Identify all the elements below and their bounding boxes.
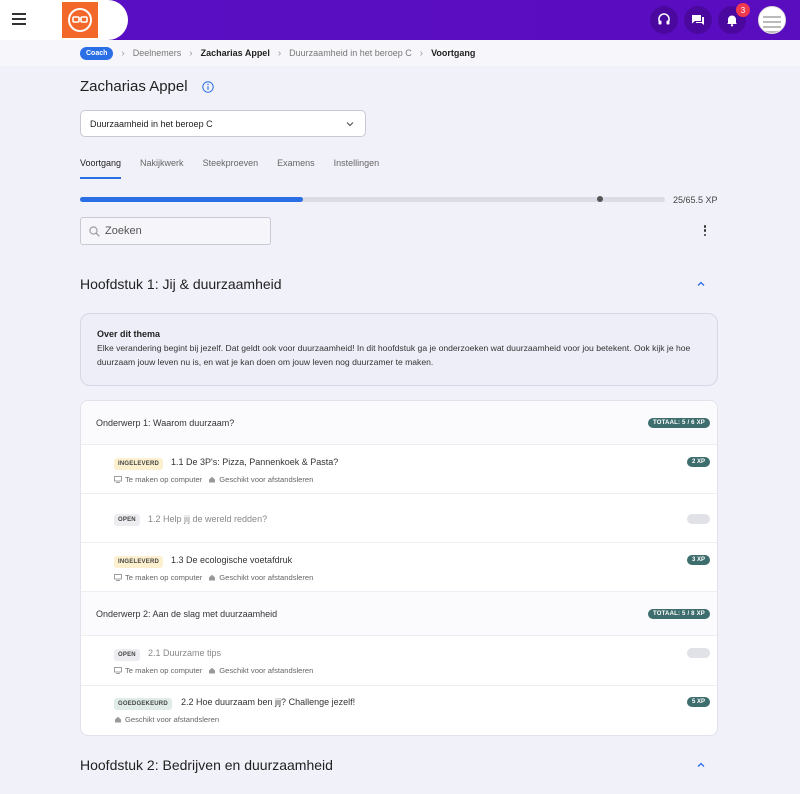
meta-computer: Te maken op computer bbox=[125, 475, 203, 484]
xp-progress-marker bbox=[596, 196, 603, 202]
lesson-meta: Geschikt voor afstandsleren bbox=[114, 715, 225, 724]
support-headset-icon[interactable] bbox=[650, 6, 678, 34]
xp-badge: 3 XP bbox=[686, 648, 710, 658]
lesson-row[interactable]: OPEN 2.1 Duurzame tips 3 XP Te maken op … bbox=[81, 637, 717, 686]
theme-text: Elke verandering begint bij jezelf. Dat … bbox=[97, 343, 691, 367]
chapter-title: Hoofdstuk 2: Bedrijven en duurzaamheid bbox=[80, 757, 333, 773]
more-options-icon[interactable] bbox=[702, 225, 708, 239]
tab-voortgang[interactable]: Voortgang bbox=[80, 158, 122, 179]
breadcrumb: Coach › Deelnemers › Zacharias Appel › D… bbox=[0, 40, 800, 66]
meta-remote: Geschikt voor afstandsleren bbox=[125, 715, 220, 724]
computer-icon bbox=[114, 476, 122, 483]
topbar-brand-area bbox=[0, 0, 128, 40]
user-avatar[interactable] bbox=[758, 6, 786, 34]
app-logo[interactable] bbox=[62, 2, 98, 38]
topic-title: Onderwerp 1: Waarom duurzaam? bbox=[96, 418, 235, 428]
notification-count-badge: 3 bbox=[736, 3, 750, 17]
computer-icon bbox=[114, 574, 122, 581]
lesson-title[interactable]: 2.2 Hoe duurzaam ben jij? Challenge jeze… bbox=[181, 697, 355, 707]
breadcrumb-coach-pill[interactable]: Coach bbox=[80, 46, 114, 60]
logo-glasses-icon bbox=[68, 8, 92, 32]
notifications-bell-icon[interactable]: 3 bbox=[718, 3, 750, 34]
chevron-right-icon: › bbox=[189, 47, 193, 59]
computer-icon bbox=[114, 667, 122, 674]
lesson-meta: Te maken op computer Geschikt voor afsta… bbox=[114, 666, 319, 675]
lesson-title[interactable]: 2.1 Duurzame tips bbox=[148, 648, 221, 658]
chevron-right-icon: › bbox=[121, 47, 125, 59]
search-box[interactable] bbox=[80, 217, 271, 245]
xp-progress-fill bbox=[80, 197, 304, 202]
theme-title: Over dit thema bbox=[97, 329, 161, 339]
home-icon bbox=[209, 574, 216, 581]
meta-remote: Geschikt voor afstandsleren bbox=[219, 666, 314, 675]
xp-progress-bar bbox=[80, 196, 665, 202]
xp-progress-label: 25/65.5 XP bbox=[673, 195, 718, 205]
messages-icon[interactable] bbox=[684, 6, 712, 34]
top-bar: 3 bbox=[0, 0, 800, 40]
tab-instellingen[interactable]: Instellingen bbox=[334, 158, 380, 179]
status-badge: INGELEVERD bbox=[114, 556, 164, 568]
tab-bar: Voortgang Nakijkwerk Steekproeven Examen… bbox=[80, 158, 398, 179]
meta-computer: Te maken op computer bbox=[125, 573, 203, 582]
topic-total-xp-badge: TOTAAL: 5 / 6 XP bbox=[648, 418, 710, 428]
home-icon bbox=[209, 667, 216, 674]
tab-nakijkwerk[interactable]: Nakijkwerk bbox=[140, 158, 184, 179]
lesson-row[interactable]: INGELEVERD 1.1 De 3P's: Pizza, Pannenkoe… bbox=[81, 445, 717, 494]
status-badge: OPEN bbox=[114, 514, 140, 526]
meta-remote: Geschikt voor afstandsleren bbox=[219, 475, 314, 484]
home-icon bbox=[115, 716, 121, 723]
tab-steekproeven[interactable]: Steekproeven bbox=[203, 158, 259, 179]
status-badge: INGELEVERD bbox=[114, 458, 164, 470]
chapter-header[interactable]: Hoofdstuk 1: Jij & duurzaamheid bbox=[80, 259, 718, 309]
info-icon[interactable] bbox=[202, 81, 214, 93]
chevron-down-icon bbox=[346, 122, 354, 127]
menu-icon[interactable] bbox=[12, 13, 26, 25]
status-badge: GOEDGEKEURD bbox=[114, 698, 172, 710]
home-icon bbox=[209, 476, 216, 483]
status-badge: OPEN bbox=[114, 649, 140, 661]
lesson-row[interactable]: GOEDGEKEURD 2.2 Hoe duurzaam ben jij? Ch… bbox=[81, 687, 717, 735]
xp-badge: 2 XP bbox=[686, 457, 710, 467]
chevron-right-icon: › bbox=[419, 47, 424, 59]
meta-computer: Te maken op computer bbox=[125, 666, 203, 675]
lesson-list: Onderwerp 1: Waarom duurzaam? TOTAAL: 5 … bbox=[80, 400, 718, 736]
chevron-right-icon: › bbox=[277, 47, 282, 59]
search-input[interactable] bbox=[105, 225, 265, 237]
lesson-title[interactable]: 1.2 Help jij de wereld redden? bbox=[148, 514, 267, 524]
theme-description-box: Over dit thema Elke verandering begint b… bbox=[80, 313, 718, 386]
search-icon bbox=[89, 225, 100, 237]
course-select[interactable]: Duurzaamheid in het beroep C bbox=[80, 110, 366, 137]
lesson-row[interactable]: INGELEVERD 1.3 De ecologische voetafdruk… bbox=[81, 543, 717, 592]
breadcrumb-item-current: Voortgang bbox=[431, 48, 476, 58]
course-select-value: Duurzaamheid in het beroep C bbox=[90, 119, 213, 129]
xp-badge: 3 XP bbox=[686, 555, 710, 565]
meta-remote: Geschikt voor afstandsleren bbox=[219, 573, 314, 582]
lesson-row[interactable]: OPEN 1.2 Help jij de wereld redden? 1 XP bbox=[81, 494, 717, 543]
chevron-up-icon[interactable] bbox=[696, 279, 706, 289]
page-title: Zacharias Appel bbox=[80, 78, 188, 95]
topic-row: Onderwerp 2: Aan de slag met duurzaamhei… bbox=[81, 592, 717, 636]
breadcrumb-item-student[interactable]: Zacharias Appel bbox=[201, 48, 270, 58]
topic-title: Onderwerp 2: Aan de slag met duurzaamhei… bbox=[96, 609, 278, 619]
lesson-title[interactable]: 1.1 De 3P's: Pizza, Pannenkoek & Pasta? bbox=[171, 457, 338, 467]
topic-total-xp-badge: TOTAAL: 5 / 8 XP bbox=[648, 609, 710, 619]
chapter-title: Hoofdstuk 1: Jij & duurzaamheid bbox=[80, 276, 282, 292]
tab-examens[interactable]: Examens bbox=[277, 158, 315, 179]
xp-badge: 5 XP bbox=[686, 697, 710, 707]
chapter-header[interactable]: Hoofdstuk 2: Bedrijven en duurzaamheid bbox=[80, 740, 718, 790]
topic-row: Onderwerp 1: Waarom duurzaam? TOTAAL: 5 … bbox=[81, 401, 717, 445]
breadcrumb-item-deelnemers[interactable]: Deelnemers bbox=[133, 48, 182, 58]
lesson-meta: Te maken op computer Geschikt voor afsta… bbox=[114, 475, 319, 484]
breadcrumb-item-course[interactable]: Duurzaamheid in het beroep C bbox=[289, 48, 412, 58]
lesson-title[interactable]: 1.3 De ecologische voetafdruk bbox=[171, 555, 292, 565]
lesson-meta: Te maken op computer Geschikt voor afsta… bbox=[114, 573, 319, 582]
chevron-up-icon[interactable] bbox=[696, 760, 706, 770]
xp-badge: 1 XP bbox=[686, 514, 710, 524]
